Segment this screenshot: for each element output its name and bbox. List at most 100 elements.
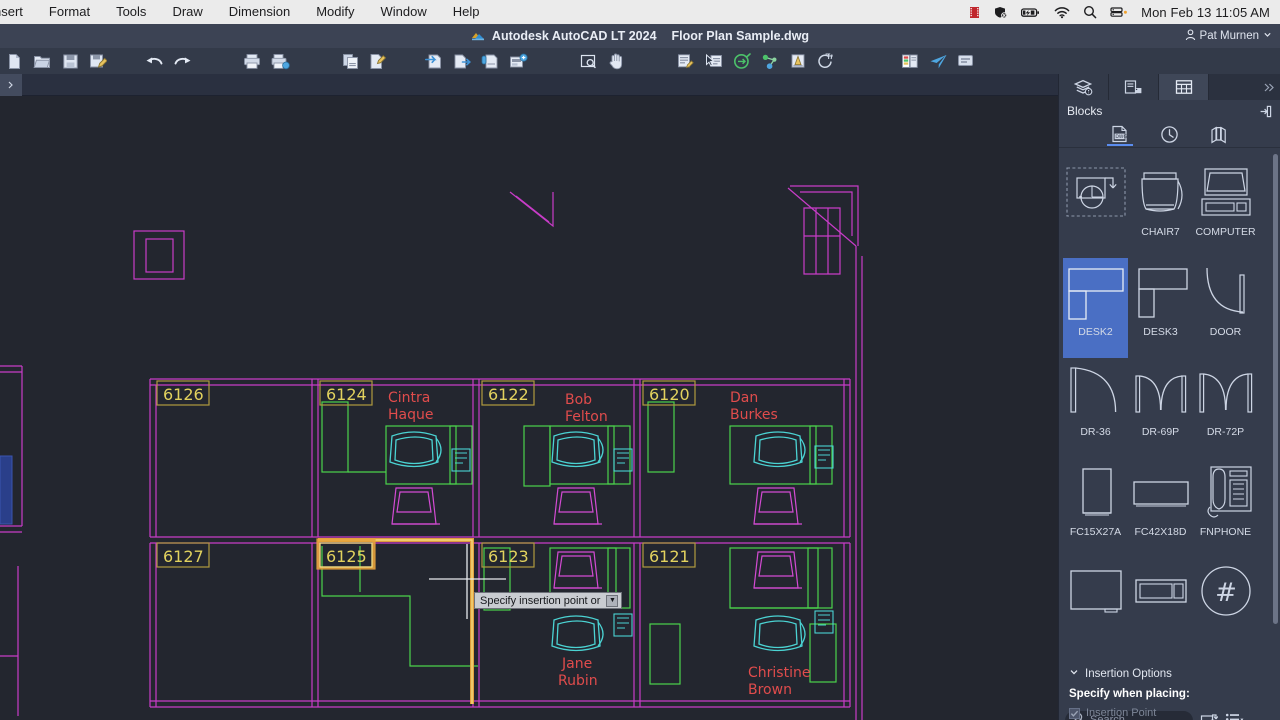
block-item-dr-69p[interactable]: DR-69P: [1128, 358, 1193, 458]
palette-scrollbar[interactable]: [1273, 154, 1278, 694]
menu-tools[interactable]: Tools: [103, 0, 159, 24]
chevron-down-icon[interactable]: [1263, 30, 1272, 42]
grid-hash-button[interactable]: [812, 49, 840, 73]
menu-modify[interactable]: Modify: [303, 0, 367, 24]
insertion-point-icon: [1065, 162, 1127, 224]
insertion-options-subtitle: Specify when placing:: [1069, 688, 1271, 700]
block-label: DR-36: [1064, 426, 1128, 438]
account-name: Pat Murnen: [1200, 30, 1259, 42]
block-item-fnphone[interactable]: FNPHONE: [1193, 458, 1258, 558]
block-item-hash-circle[interactable]: #: [1193, 558, 1258, 658]
floor-plan-drawing: 6126 6124 6122 6120 Cintra Haque Bob Fel…: [0, 96, 1058, 720]
export-button[interactable]: [448, 49, 476, 73]
wifi-icon[interactable]: [1054, 6, 1070, 19]
block-item-fc42x18d[interactable]: FC42X18D: [1128, 458, 1193, 558]
block-item-chair7[interactable]: CHAIR7: [1128, 158, 1193, 258]
save-as-button[interactable]: [84, 49, 112, 73]
menu-insert[interactable]: nsert: [0, 0, 36, 24]
zoom-window-button[interactable]: [574, 49, 602, 73]
undo-button[interactable]: [140, 49, 168, 73]
tab-blocks[interactable]: [1159, 74, 1209, 100]
menu-draw[interactable]: Draw: [159, 0, 215, 24]
door-72p-icon: [1195, 362, 1257, 424]
tab-layers[interactable]: [1059, 74, 1109, 100]
select-similar-button[interactable]: [700, 49, 728, 73]
palette-title-bar: Blocks: [1059, 100, 1280, 122]
occupant-6121-line2: Brown: [748, 682, 792, 698]
command-strip[interactable]: [0, 74, 1058, 96]
menu-format[interactable]: Format: [36, 0, 103, 24]
block-item-fc15x27a[interactable]: FC15X27A: [1063, 458, 1128, 558]
new-button[interactable]: [0, 49, 28, 73]
title-group: Autodesk AutoCAD LT 2024 Floor Plan Samp…: [471, 28, 809, 45]
insertion-options-section: Insertion Options Specify when placing: …: [1059, 659, 1280, 719]
menu-dimension[interactable]: Dimension: [216, 0, 303, 24]
block-item-desk2[interactable]: DESK2: [1063, 258, 1128, 358]
block-label: DR-69P: [1129, 426, 1193, 438]
block-item-door[interactable]: DOOR: [1193, 258, 1258, 358]
attach-button[interactable]: [476, 49, 504, 73]
os-clock[interactable]: Mon Feb 13 11:05 AM: [1141, 5, 1270, 20]
window-button[interactable]: [952, 49, 980, 73]
pin-panel-icon[interactable]: [1259, 105, 1272, 118]
chair-icon: [1130, 162, 1192, 224]
palette-overflow-button[interactable]: [1258, 74, 1280, 100]
caret-down-box-icon[interactable]: ▼: [606, 595, 618, 607]
display-icon[interactable]: [1110, 6, 1128, 19]
dwg-compare-button[interactable]: [504, 49, 532, 73]
search-icon[interactable]: [1083, 5, 1097, 19]
checkbox-checked-icon[interactable]: [1069, 708, 1080, 719]
room-number-6120: 6120: [649, 385, 690, 404]
svg-text:DWG: DWG: [1115, 134, 1127, 140]
subtab-libraries[interactable]: [1207, 124, 1233, 146]
print-button[interactable]: [238, 49, 266, 73]
battery-charging-icon[interactable]: [1021, 6, 1041, 19]
open-button[interactable]: [28, 49, 56, 73]
hash-circle-icon: #: [1195, 562, 1257, 624]
insertion-options-header[interactable]: Insertion Options: [1069, 667, 1271, 680]
occupant-6120-line1: Dan: [730, 390, 758, 406]
room-number-6124: 6124: [326, 385, 367, 404]
layers-panel-button[interactable]: [896, 49, 924, 73]
plot-preview-button[interactable]: [266, 49, 294, 73]
measure-button[interactable]: [728, 49, 756, 73]
edit-page-button[interactable]: [364, 49, 392, 73]
menu-help[interactable]: Help: [440, 0, 493, 24]
properties-button[interactable]: [672, 49, 700, 73]
film-strip-icon[interactable]: [968, 6, 981, 19]
occupant-6123-line1: Jane: [561, 656, 592, 672]
block-item-panel-blank[interactable]: [1063, 558, 1128, 658]
insertion-point-label: Insertion Point: [1086, 707, 1156, 719]
block-item-insertion-point[interactable]: [1063, 158, 1128, 258]
subtab-recent[interactable]: [1157, 124, 1183, 146]
command-prompt-tooltip[interactable]: Specify insertion point or ▼: [474, 592, 622, 609]
block-item-desk3[interactable]: DESK3: [1128, 258, 1193, 358]
block-item-dr-72p[interactable]: DR-72P: [1193, 358, 1258, 458]
block-item-dr-36[interactable]: DR-36: [1063, 358, 1128, 458]
block-item-computer[interactable]: COMPUTER: [1193, 158, 1258, 258]
occupant-names-bottom: Jane Rubin Christine Brown: [558, 656, 810, 698]
menu-window[interactable]: Window: [368, 0, 440, 24]
drawing-canvas[interactable]: 6126 6124 6122 6120 Cintra Haque Bob Fel…: [0, 96, 1058, 720]
chevron-down-icon[interactable]: [1069, 667, 1079, 680]
block-item-panel-drawer[interactable]: [1128, 558, 1193, 658]
insertion-options-title: Insertion Options: [1085, 668, 1172, 680]
pan-button[interactable]: [602, 49, 630, 73]
copy-button[interactable]: [336, 49, 364, 73]
subtab-current-drawing[interactable]: DWG: [1107, 124, 1133, 146]
scrollbar-thumb[interactable]: [1273, 154, 1278, 624]
redo-button[interactable]: [168, 49, 196, 73]
nodes-button[interactable]: [756, 49, 784, 73]
insertion-point-option[interactable]: Insertion Point: [1069, 707, 1271, 719]
save-button[interactable]: [56, 49, 84, 73]
shield-off-icon[interactable]: [994, 6, 1008, 19]
person-icon: [1185, 29, 1196, 44]
block-label: DESK2: [1064, 326, 1128, 338]
os-menu-bar: nsert Format Tools Draw Dimension Modify…: [0, 0, 1280, 24]
layer-state-button[interactable]: [784, 49, 812, 73]
tab-properties[interactable]: [1109, 74, 1159, 100]
account-menu[interactable]: Pat Murnen: [1181, 26, 1276, 46]
import-button[interactable]: [420, 49, 448, 73]
share-button[interactable]: [924, 49, 952, 73]
command-strip-handle[interactable]: [0, 74, 22, 96]
